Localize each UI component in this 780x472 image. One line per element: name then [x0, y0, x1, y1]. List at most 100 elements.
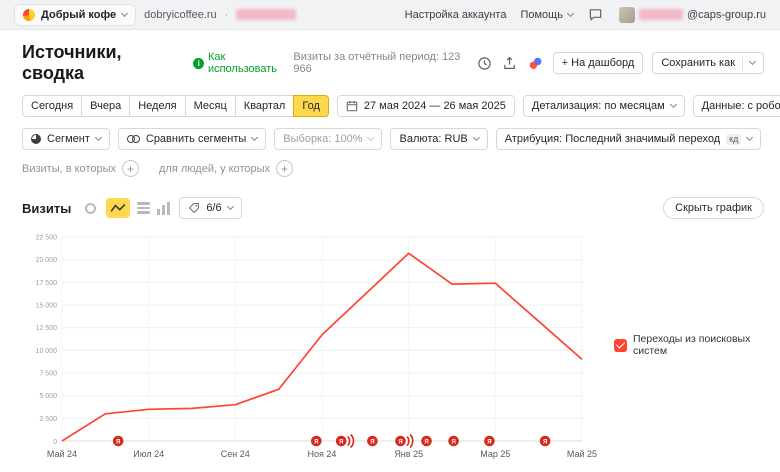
topbar: Добрый кофе dobryicoffee.ru · Настройка …: [0, 0, 780, 30]
segment-dropdown[interactable]: Сегмент: [22, 128, 110, 150]
history-clock-icon[interactable]: [476, 54, 492, 72]
chevron-down-icon: [367, 134, 374, 141]
period-quarter[interactable]: Квартал: [236, 95, 295, 117]
title-actions: Визиты за отчётный период: 123 966 + На …: [293, 51, 764, 75]
period-yesterday[interactable]: Вчера: [82, 95, 130, 117]
topbar-right: Настройка аккаунта Помощь @caps-group.ru: [405, 6, 766, 24]
chat-icon[interactable]: [587, 6, 605, 24]
visits-line-chart[interactable]: 2 5005 0007 50010 00012 50015 00017 5002…: [22, 221, 610, 467]
chevron-down-icon: [473, 134, 480, 141]
stacked-view-icon[interactable]: [137, 202, 150, 214]
svg-text:Я: Я: [424, 439, 428, 445]
period-row: Сегодня Вчера Неделя Месяц Квартал Год 2…: [22, 95, 758, 117]
counter-selector[interactable]: Добрый кофе: [14, 4, 136, 26]
svg-text:Май 25: Май 25: [567, 449, 597, 459]
line-view-icon[interactable]: [106, 198, 130, 218]
chart-area: 2 5005 0007 50010 00012 50015 00017 5002…: [22, 221, 780, 467]
period-year[interactable]: Год: [293, 95, 329, 117]
attribution-label: Атрибуция: Последний значимый переход: [505, 133, 720, 145]
legend-item-search-traffic[interactable]: Переходы из поисковых систем: [614, 333, 778, 357]
hide-chart-button[interactable]: Скрыть график: [663, 197, 764, 219]
period-segmented-control: Сегодня Вчера Неделя Месяц Квартал Год: [22, 95, 329, 117]
period-today[interactable]: Сегодня: [22, 95, 82, 117]
save-as-button[interactable]: Сохранить как: [652, 52, 764, 74]
svg-text:Я: Я: [487, 439, 491, 445]
segment-label: Сегмент: [47, 133, 90, 145]
currency-label: Валюта: RUB: [399, 133, 467, 145]
svg-text:Ноя 24: Ноя 24: [308, 449, 337, 459]
legend-checkbox-checked[interactable]: [614, 339, 627, 352]
columns-view-icon[interactable]: [157, 202, 170, 215]
user-menu[interactable]: @caps-group.ru: [619, 7, 766, 23]
svg-text:22 500: 22 500: [36, 235, 58, 242]
add-visit-condition-button[interactable]: +: [122, 160, 139, 177]
svg-text:Мар 25: Мар 25: [480, 449, 510, 459]
currency-dropdown[interactable]: Валюта: RUB: [390, 128, 487, 150]
svg-text:Май 24: Май 24: [47, 449, 77, 459]
sampling-dropdown[interactable]: Выборка: 100%: [274, 128, 382, 150]
add-people-condition-button[interactable]: +: [276, 160, 293, 177]
segment-pie-icon: [31, 134, 41, 144]
how-to-use-link[interactable]: i Как использовать: [193, 51, 293, 75]
svg-text:Я: Я: [370, 439, 374, 445]
period-week[interactable]: Неделя: [130, 95, 185, 117]
svg-text:Я: Я: [451, 439, 455, 445]
svg-text:Июл 24: Июл 24: [133, 449, 164, 459]
compare-counters-icon[interactable]: [527, 54, 543, 72]
chart-legend: Переходы из поисковых систем: [610, 221, 778, 467]
legend-label: Переходы из поисковых систем: [633, 333, 778, 357]
visits-summary: Визиты за отчётный период: 123 966: [293, 51, 465, 75]
detalization-label: Детализация: по месяцам: [532, 100, 665, 112]
help-label: Помощь: [520, 9, 563, 21]
attribution-dropdown[interactable]: Атрибуция: Последний значимый переход кд: [496, 128, 762, 150]
svg-text:Я: Я: [314, 439, 318, 445]
counter-name: Добрый кофе: [41, 9, 116, 21]
metrics-selector[interactable]: 6/6: [179, 197, 241, 219]
redacted-counter-id: [236, 9, 296, 20]
compare-segments-icon: [127, 135, 140, 143]
svg-text:7 500: 7 500: [39, 371, 57, 378]
chart-view-switcher: 6/6: [81, 197, 241, 219]
people-condition-label: для людей, у которых: [159, 163, 270, 175]
chevron-down-icon: [95, 134, 102, 141]
svg-text:20 000: 20 000: [36, 257, 58, 264]
segment-row: Сегмент Сравнить сегменты Выборка: 100% …: [22, 128, 758, 150]
pie-view-icon[interactable]: [81, 199, 99, 217]
period-month[interactable]: Месяц: [186, 95, 236, 117]
svg-text:17 500: 17 500: [36, 280, 58, 287]
export-icon[interactable]: [502, 54, 518, 72]
add-to-dashboard-button[interactable]: + На дашборд: [553, 52, 644, 74]
cross-device-badge: кд: [726, 134, 741, 145]
user-email-domain: @caps-group.ru: [687, 9, 766, 21]
svg-text:5 000: 5 000: [39, 393, 57, 400]
data-mode-label: Данные: с роботами: [702, 100, 780, 112]
detalization-dropdown[interactable]: Детализация: по месяцам: [523, 95, 685, 117]
svg-text:15 000: 15 000: [36, 303, 58, 310]
chart-toolbar: Визиты 6/6 Скрыть график: [22, 197, 764, 219]
button-divider: [742, 57, 743, 70]
svg-text:Сен 24: Сен 24: [221, 449, 250, 459]
svg-text:10 000: 10 000: [36, 348, 58, 355]
account-settings-link[interactable]: Настройка аккаунта: [405, 9, 507, 21]
compare-segments-dropdown[interactable]: Сравнить сегменты: [118, 128, 266, 150]
chevron-down-icon: [227, 203, 234, 210]
calendar-icon: [346, 100, 358, 112]
title-row: Источники, сводка i Как использовать Виз…: [22, 42, 764, 84]
page-title: Источники, сводка: [22, 42, 181, 84]
svg-text:Я: Я: [398, 439, 402, 445]
date-range-button[interactable]: 27 мая 2024 — 26 мая 2025: [337, 95, 515, 117]
metrics-counter: 6/6: [206, 202, 221, 214]
site-link[interactable]: dobryicoffee.ru: [144, 9, 217, 21]
svg-text:0: 0: [53, 439, 57, 446]
how-to-use-label: Как использовать: [208, 51, 293, 75]
svg-text:Я: Я: [543, 439, 547, 445]
chart-metric-title: Визиты: [22, 201, 71, 216]
svg-text:Янв 25: Янв 25: [394, 449, 423, 459]
svg-text:12 500: 12 500: [36, 325, 58, 332]
visits-condition-label: Визиты, в которых: [22, 163, 116, 175]
compare-segments-label: Сравнить сегменты: [146, 133, 246, 145]
help-menu[interactable]: Помощь: [520, 9, 573, 21]
svg-text:Я: Я: [339, 439, 343, 445]
chevron-down-icon: [567, 9, 574, 16]
data-mode-dropdown[interactable]: Данные: с роботами: [693, 95, 780, 117]
